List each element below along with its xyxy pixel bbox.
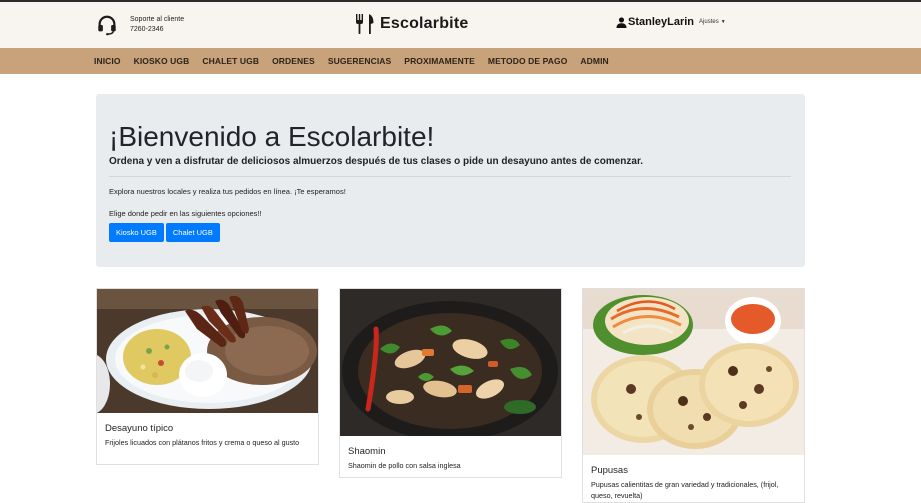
nav-item-proximamente[interactable]: PROXIMAMENTE (404, 56, 475, 66)
card-title: Shaomin (348, 446, 386, 457)
user-menu[interactable]: StanleyLarin Ajustes ▼ (616, 16, 726, 28)
nav-item-metodo-de-pago[interactable]: METODO DE PAGO (488, 56, 567, 66)
card-title: Pupusas (591, 465, 628, 476)
nav-item-admin[interactable]: ADMIN (580, 56, 608, 66)
welcome-title: ¡Bienvenido a Escolarbite! (109, 121, 435, 152)
brand[interactable]: Escolarbite (355, 13, 468, 35)
card-title: Desayuno típico (105, 423, 174, 434)
utensils-icon (356, 14, 374, 34)
main-nav: INICIO KIOSKO UGB CHALET UGB ORDENES SUG… (0, 48, 921, 74)
username: StanleyLarin (628, 16, 695, 28)
card-text: Pupusas calientitas de gran variedad y t… (591, 480, 779, 500)
choose-text: Elige donde pedir en las siguientes opci… (109, 209, 262, 218)
card-text: Frijoles licuados con plátanos fritos y … (105, 438, 300, 447)
caret-down-icon: ▼ (720, 19, 726, 25)
nav-item-kiosko-ugb[interactable]: KIOSKO UGB (134, 56, 190, 66)
nav-item-ordenes[interactable]: ORDENES (272, 56, 315, 66)
food-card[interactable]: Pupusas Pupusas calientitas de gran vari… (582, 288, 805, 503)
welcome-jumbotron: ¡Bienvenido a Escolarbite! Ordena y ven … (96, 94, 805, 267)
pupusas-image (583, 289, 804, 455)
food-card[interactable]: Shaomin Shaomin de pollo con salsa ingle… (339, 288, 562, 478)
headset-icon (98, 15, 116, 36)
user-icon (616, 16, 627, 28)
desayuno-image (97, 289, 318, 413)
brand-name: Escolarbite (380, 15, 469, 32)
divider (109, 176, 791, 177)
kiosko-ugb-button[interactable]: Kiosko UGB (109, 223, 164, 242)
card-text: Shaomin de pollo con salsa inglesa (348, 461, 461, 470)
nav-item-chalet-ugb[interactable]: CHALET UGB (202, 56, 259, 66)
support-phone: 7260-2346 (130, 26, 164, 33)
location-buttons: Kiosko UGB Chalet UGB (109, 223, 222, 242)
explore-text: Explora nuestros locales y realiza tus p… (109, 187, 346, 196)
nav-item-sugerencias[interactable]: SUGERENCIAS (328, 56, 391, 66)
customer-support: Soporte al cliente 7260-2346 (96, 14, 184, 36)
welcome-lead: Ordena y ven a disfrutar de deliciosos a… (109, 156, 644, 167)
food-card[interactable]: Desayuno típico Frijoles licuados con pl… (96, 288, 319, 465)
support-label: Soporte al cliente (130, 16, 185, 23)
shaomin-image (340, 289, 561, 436)
chalet-ugb-button[interactable]: Chalet UGB (165, 223, 220, 242)
site-header: Soporte al cliente 7260-2346 Escolarbite… (0, 2, 921, 48)
nav-item-inicio[interactable]: INICIO (94, 56, 121, 66)
settings-dropdown[interactable]: Ajustes (699, 19, 719, 25)
